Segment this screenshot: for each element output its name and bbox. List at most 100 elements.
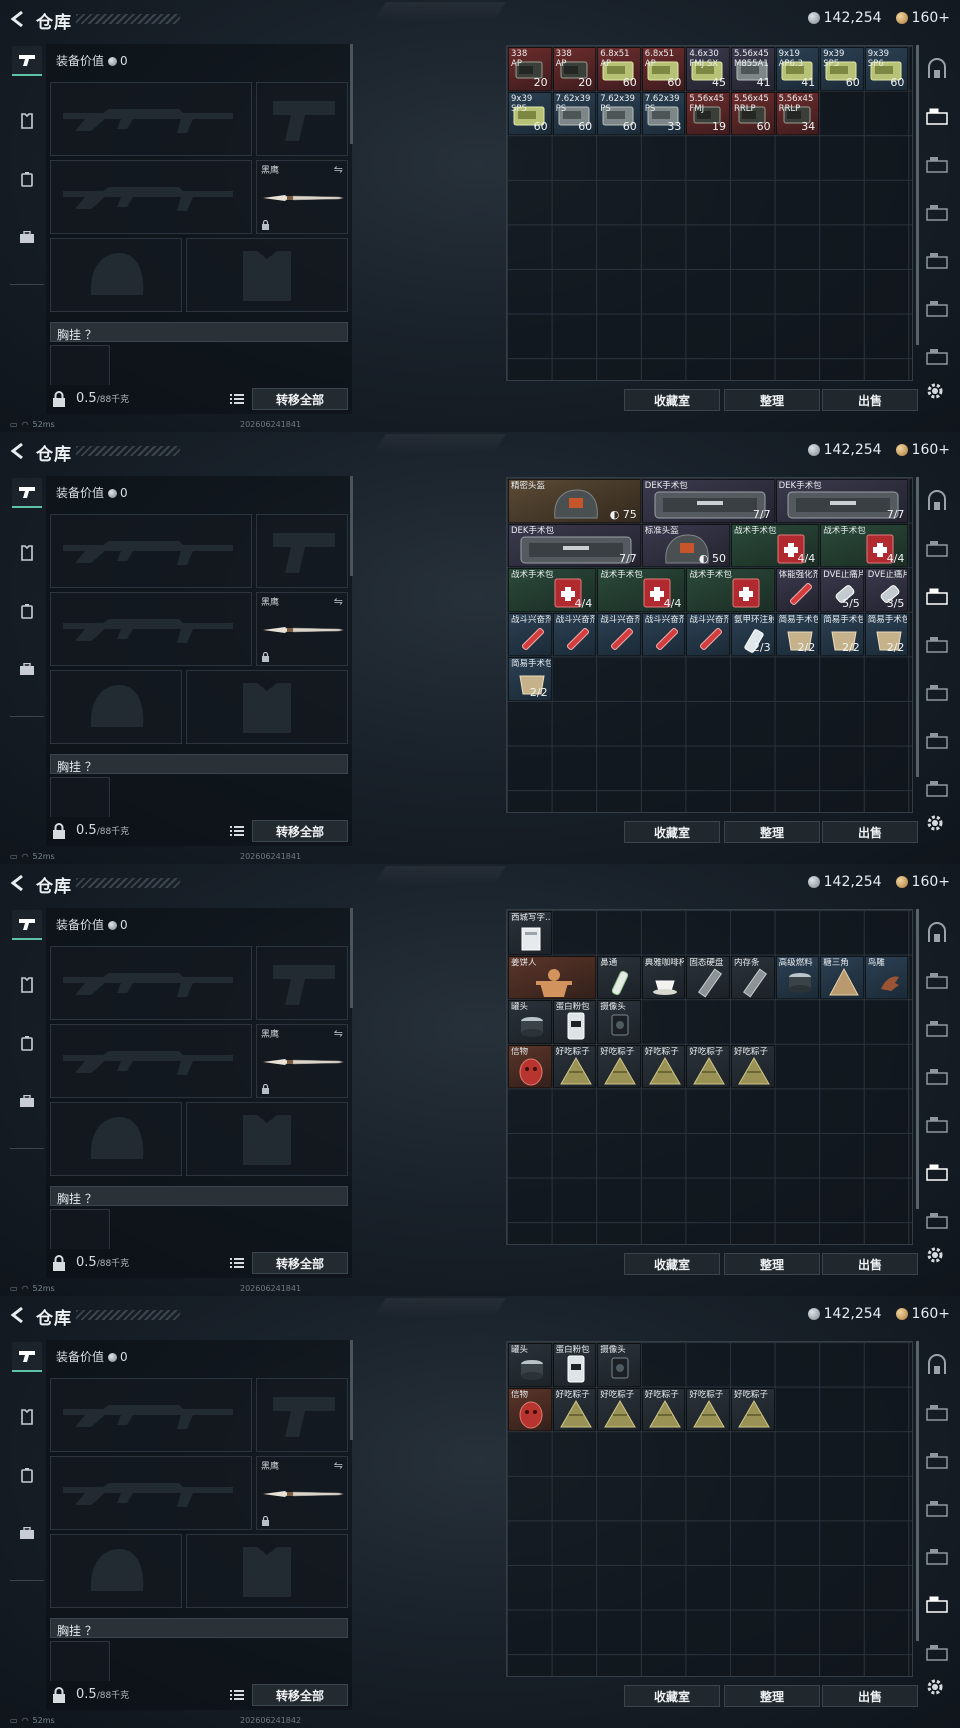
settings-gear-icon[interactable] — [924, 1244, 946, 1266]
transfer-all-button[interactable]: 转移全部 — [252, 1684, 348, 1706]
settings-gear-icon[interactable] — [924, 812, 946, 834]
inventory-item[interactable]: 好吃粽子 — [731, 1044, 775, 1089]
inventory-item[interactable]: 7.62x39 PS 60 — [597, 91, 641, 136]
tab-collectibles[interactable] — [922, 1590, 952, 1620]
inventory-item[interactable]: 简易手术包 2/2 — [864, 612, 909, 657]
collection-room-button[interactable]: 收藏室 — [624, 1253, 720, 1275]
primary-weapon-slot[interactable] — [50, 1378, 252, 1452]
inventory-item[interactable]: 战斗兴奋剂 — [552, 612, 597, 657]
inventory-item[interactable]: DVE止痛片 3/5 — [864, 568, 909, 612]
inventory-item[interactable]: 信物 — [508, 1387, 552, 1432]
inventory-item[interactable]: 信物 — [508, 1044, 552, 1089]
inventory-item[interactable]: 战术手术包 4/4 — [820, 523, 909, 568]
inventory-item[interactable]: 鸟雕 — [864, 955, 909, 1000]
inventory-item[interactable]: 好吃粽子 — [641, 1387, 686, 1432]
back-arrow-icon[interactable] — [8, 873, 28, 893]
inventory-item[interactable]: 固态硬盘 — [686, 955, 730, 1000]
melee-slot[interactable]: 黑鹰 ⇋ — [256, 592, 348, 666]
primary-weapon-slot[interactable] — [50, 514, 252, 588]
warehouse-scrollbar[interactable] — [916, 477, 919, 777]
tab-ammo[interactable] — [922, 1398, 952, 1428]
chest-rig-header[interactable]: 胸挂 ？ — [50, 322, 348, 342]
tab-medical[interactable] — [922, 150, 952, 180]
list-icon[interactable] — [228, 1686, 246, 1704]
tab-backpack[interactable] — [12, 596, 42, 626]
collection-room-button[interactable]: 收藏室 — [624, 821, 720, 843]
inventory-item[interactable]: DEK手术包 7/7 — [775, 479, 909, 523]
tab-ammo[interactable] — [922, 966, 952, 996]
sell-button[interactable]: 出售 — [822, 821, 918, 843]
primary-weapon-slot-2[interactable] — [50, 1456, 252, 1530]
chest-rig-slot[interactable] — [50, 1641, 110, 1681]
inventory-item[interactable]: 体能强化剂 — [775, 568, 820, 612]
body-armor-slot[interactable] — [186, 1102, 348, 1176]
inventory-item[interactable]: 好吃粽子 — [597, 1387, 641, 1432]
inventory-item[interactable]: 简易手术包 2/2 — [820, 612, 864, 657]
chest-rig-slot[interactable] — [50, 777, 110, 817]
secondary-weapon-slot[interactable] — [256, 514, 348, 588]
inventory-item[interactable]: DEK手术包 7/7 — [641, 479, 775, 523]
tab-case[interactable] — [12, 1518, 42, 1548]
inventory-item[interactable]: 罐头 — [508, 1343, 552, 1387]
sell-button[interactable]: 出售 — [822, 389, 918, 411]
warehouse-scrollbar[interactable] — [916, 1341, 919, 1641]
inventory-item[interactable]: 5.56x45 M855A1 41 — [731, 47, 775, 91]
inventory-item[interactable]: 简易手术包 2/2 — [775, 612, 820, 657]
inventory-item[interactable]: 好吃粽子 — [597, 1044, 641, 1089]
inventory-item[interactable]: 战术手术包 — [686, 568, 775, 612]
tab-extra[interactable] — [922, 774, 952, 804]
inventory-item[interactable]: 9x19 AP6.3 41 — [775, 47, 820, 91]
settings-gear-icon[interactable] — [924, 1676, 946, 1698]
sort-button[interactable]: 整理 — [724, 821, 820, 843]
tab-medical[interactable] — [922, 1446, 952, 1476]
inventory-item[interactable]: 罐头 — [508, 1000, 552, 1044]
primary-weapon-slot-2[interactable] — [50, 1024, 252, 1098]
swap-icon[interactable]: ⇋ — [334, 163, 343, 176]
inventory-item[interactable]: 战术手术包 4/4 — [731, 523, 820, 568]
tab-gear[interactable] — [922, 1062, 952, 1092]
list-icon[interactable] — [228, 822, 246, 840]
helmet-slot[interactable] — [50, 1102, 182, 1176]
tab-gear[interactable] — [922, 198, 952, 228]
inventory-item[interactable]: 7.62x39 PS 33 — [641, 91, 686, 136]
inventory-item[interactable]: 糖三角 — [820, 955, 864, 1000]
settings-gear-icon[interactable] — [924, 380, 946, 402]
inventory-item[interactable]: 5.56x45 RRLP 60 — [731, 91, 775, 136]
inventory-item[interactable]: 战斗兴奋剂 — [597, 612, 641, 657]
tab-case[interactable] — [12, 654, 42, 684]
primary-weapon-slot-2[interactable] — [50, 160, 252, 234]
tab-main-storage[interactable] — [922, 1350, 952, 1380]
melee-slot[interactable]: 黑鹰 ⇋ — [256, 1024, 348, 1098]
warehouse-scrollbar[interactable] — [916, 45, 919, 345]
inventory-item[interactable]: 好吃粽子 — [731, 1387, 775, 1432]
sell-button[interactable]: 出售 — [822, 1685, 918, 1707]
loadout-scrollbar[interactable] — [350, 908, 353, 1008]
inventory-item[interactable]: 338 AP 20 — [552, 47, 597, 91]
inventory-item[interactable]: 蛋白粉包 — [552, 1343, 597, 1387]
tab-weapons[interactable] — [12, 910, 42, 940]
secondary-weapon-slot[interactable] — [256, 82, 348, 156]
tab-case[interactable] — [12, 222, 42, 252]
inventory-item[interactable]: 摄像头 — [597, 1000, 641, 1044]
list-icon[interactable] — [228, 390, 246, 408]
inventory-item[interactable]: DVE止痛片 5/5 — [820, 568, 864, 612]
tab-main-storage[interactable] — [922, 918, 952, 948]
swap-icon[interactable]: ⇋ — [334, 1459, 343, 1472]
inventory-item[interactable]: 6.8x51 AP 60 — [597, 47, 641, 91]
body-armor-slot[interactable] — [186, 1534, 348, 1608]
tab-gear[interactable] — [922, 1494, 952, 1524]
back-arrow-icon[interactable] — [8, 9, 28, 29]
inventory-item[interactable]: 鼻通 — [597, 955, 641, 1000]
collection-room-button[interactable]: 收藏室 — [624, 389, 720, 411]
gold-amount[interactable]: 160+ — [912, 10, 950, 26]
tab-armor[interactable] — [12, 970, 42, 1000]
inventory-item[interactable]: 4.6x30 FMJ SX 45 — [686, 47, 730, 91]
tab-backpack[interactable] — [12, 1028, 42, 1058]
inventory-item[interactable]: 摄像头 — [597, 1343, 641, 1387]
tab-collectibles[interactable] — [922, 726, 952, 756]
inventory-item[interactable]: 典雅咖啡杯 — [641, 955, 686, 1000]
tab-medical[interactable] — [922, 582, 952, 612]
loadout-scrollbar[interactable] — [350, 1340, 353, 1440]
inventory-item[interactable]: 7.62x39 PS 60 — [552, 91, 597, 136]
transfer-all-button[interactable]: 转移全部 — [252, 388, 348, 410]
